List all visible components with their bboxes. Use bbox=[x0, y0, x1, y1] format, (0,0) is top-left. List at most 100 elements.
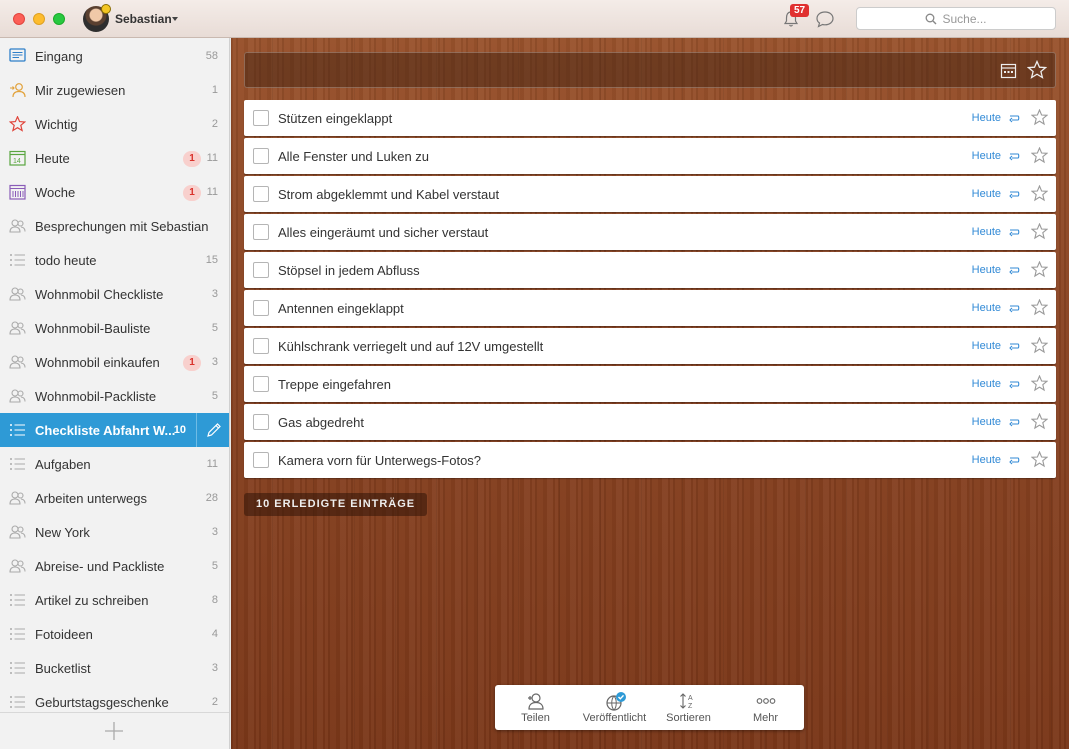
task-title[interactable]: Kamera vorn für Unterwegs-Fotos? bbox=[278, 453, 481, 468]
sidebar-item[interactable]: Wohnmobil Checkliste 3 bbox=[0, 277, 229, 311]
task-checkbox[interactable] bbox=[253, 148, 269, 164]
sidebar-item-label: Bucketlist bbox=[35, 661, 91, 676]
add-task-input[interactable] bbox=[244, 52, 1056, 88]
sidebar-item[interactable]: Checkliste Abfahrt W... 10 bbox=[0, 413, 229, 447]
username[interactable]: Sebastian bbox=[115, 12, 172, 26]
window-close-button[interactable] bbox=[13, 13, 25, 25]
sidebar-item[interactable]: New York 3 bbox=[0, 515, 229, 549]
sidebar-item[interactable]: Wohnmobil-Bauliste 5 bbox=[0, 311, 229, 345]
task-title[interactable]: Antennen eingeklappt bbox=[278, 301, 404, 316]
shared-list-icon bbox=[9, 490, 26, 506]
overdue-badge: 1 bbox=[183, 151, 201, 167]
sidebar-item[interactable]: Artikel zu schreiben 8 bbox=[0, 583, 229, 617]
task-row[interactable]: Strom abgeklemmt und Kabel verstaut Heute bbox=[244, 176, 1056, 212]
sidebar-item-label: todo heute bbox=[35, 253, 97, 268]
completed-tasks-button[interactable]: 10 ERLEDIGTE EINTRÄGE bbox=[244, 493, 428, 516]
task-checkbox[interactable] bbox=[253, 186, 269, 202]
task-checkbox[interactable] bbox=[253, 224, 269, 240]
sidebar-item-count: 10 bbox=[173, 424, 186, 436]
sidebar-item[interactable]: Besprechungen mit Sebastian bbox=[0, 209, 229, 243]
task-checkbox[interactable] bbox=[253, 300, 269, 316]
conversations-icon[interactable] bbox=[815, 10, 835, 28]
task-title[interactable]: Alle Fenster und Luken zu bbox=[278, 149, 429, 164]
sidebar-item-label: Woche bbox=[35, 185, 76, 200]
sidebar-item[interactable]: Wohnmobil-Packliste 5 bbox=[0, 379, 229, 413]
star-icon[interactable] bbox=[1031, 337, 1048, 354]
add-list-icon[interactable] bbox=[104, 721, 124, 741]
list-icon bbox=[9, 660, 26, 676]
sidebar-item-label: Wohnmobil Checkliste bbox=[35, 287, 164, 302]
task-checkbox[interactable] bbox=[253, 110, 269, 126]
sidebar-item[interactable]: todo heute 15 bbox=[0, 243, 229, 277]
repeat-icon bbox=[1009, 305, 1020, 313]
repeat-icon bbox=[1009, 457, 1020, 465]
avatar[interactable] bbox=[83, 4, 111, 32]
star-icon[interactable] bbox=[1031, 147, 1048, 164]
sidebar-item-count: 2 bbox=[211, 696, 218, 708]
sidebar-item[interactable]: 14 Heute 1 11 bbox=[0, 141, 229, 175]
task-row[interactable]: Kühlschrank verriegelt und auf 12V umges… bbox=[244, 328, 1056, 364]
share-button[interactable]: Teilen bbox=[497, 685, 574, 730]
sort-button[interactable]: AZ Sortieren bbox=[650, 685, 727, 730]
task-title[interactable]: Stöpsel in jedem Abfluss bbox=[278, 263, 420, 278]
star-icon[interactable] bbox=[1031, 261, 1048, 278]
task-title[interactable]: Stützen eingeklappt bbox=[278, 111, 392, 126]
task-row[interactable]: Treppe eingefahren Heute bbox=[244, 366, 1056, 402]
more-button[interactable]: Mehr bbox=[727, 685, 804, 730]
window-minimize-button[interactable] bbox=[33, 13, 45, 25]
calendar-icon[interactable] bbox=[1000, 62, 1017, 79]
list-icon bbox=[9, 694, 26, 710]
task-row[interactable]: Gas abgedreht Heute bbox=[244, 404, 1056, 440]
task-row[interactable]: Alle Fenster und Luken zu Heute bbox=[244, 138, 1056, 174]
star-icon[interactable] bbox=[1031, 223, 1048, 240]
task-checkbox[interactable] bbox=[253, 452, 269, 468]
task-row[interactable]: Kamera vorn für Unterwegs-Fotos? Heute bbox=[244, 442, 1056, 478]
sidebar-item[interactable]: Fotoideen 4 bbox=[0, 617, 229, 651]
star-icon[interactable] bbox=[1031, 109, 1048, 126]
task-title[interactable]: Gas abgedreht bbox=[278, 415, 364, 430]
star-icon[interactable] bbox=[1027, 60, 1047, 80]
repeat-icon bbox=[1009, 191, 1020, 199]
sidebar-item[interactable]: Wichtig 2 bbox=[0, 107, 229, 141]
sidebar-item[interactable]: Woche 1 11 bbox=[0, 175, 229, 209]
task-row[interactable]: Alles eingeräumt und sicher verstaut Heut… bbox=[244, 214, 1056, 250]
sidebar-item-label: Wohnmobil-Packliste bbox=[35, 389, 157, 404]
title-bar: Sebastian 57 Suche... bbox=[0, 0, 1069, 38]
sidebar-item[interactable]: Wohnmobil einkaufen 1 3 bbox=[0, 345, 229, 379]
task-checkbox[interactable] bbox=[253, 414, 269, 430]
task-due-date: Heute bbox=[971, 302, 1001, 314]
task-row[interactable]: Stützen eingeklappt Heute bbox=[244, 100, 1056, 136]
published-label: Veröffentlicht bbox=[582, 712, 647, 724]
star-icon[interactable] bbox=[1031, 299, 1048, 316]
chevron-down-icon[interactable] bbox=[172, 17, 178, 21]
star-icon[interactable] bbox=[1031, 451, 1048, 468]
notification-badge: 57 bbox=[790, 4, 810, 17]
sidebar-item[interactable]: Eingang 58 bbox=[0, 39, 229, 73]
sidebar-item-count: 5 bbox=[211, 322, 218, 334]
star-icon[interactable] bbox=[1031, 413, 1048, 430]
sidebar-item[interactable]: Aufgaben 11 bbox=[0, 447, 229, 481]
task-checkbox[interactable] bbox=[253, 262, 269, 278]
sidebar-item[interactable]: Abreise- und Packliste 5 bbox=[0, 549, 229, 583]
task-title[interactable]: Treppe eingefahren bbox=[278, 377, 391, 392]
sidebar-item-count: 4 bbox=[211, 628, 218, 640]
task-checkbox[interactable] bbox=[253, 338, 269, 354]
sidebar-item-count: 1 bbox=[211, 84, 218, 96]
repeat-icon bbox=[1009, 419, 1020, 427]
sidebar-item[interactable]: Arbeiten unterwegs 28 bbox=[0, 481, 229, 515]
window-zoom-button[interactable] bbox=[53, 13, 65, 25]
task-checkbox[interactable] bbox=[253, 376, 269, 392]
task-title[interactable]: Alles eingeräumt und sicher verstaut bbox=[278, 225, 488, 240]
sidebar-item[interactable]: Bucketlist 3 bbox=[0, 651, 229, 685]
task-row[interactable]: Stöpsel in jedem Abfluss Heute bbox=[244, 252, 1056, 288]
published-button[interactable]: Veröffentlicht bbox=[576, 685, 653, 730]
task-title[interactable]: Kühlschrank verriegelt und auf 12V umges… bbox=[278, 339, 543, 354]
sidebar-item[interactable]: Mir zugewiesen 1 bbox=[0, 73, 229, 107]
star-icon[interactable] bbox=[1031, 375, 1048, 392]
task-title[interactable]: Strom abgeklemmt und Kabel verstaut bbox=[278, 187, 499, 202]
search-input[interactable]: Suche... bbox=[856, 7, 1056, 30]
task-row[interactable]: Antennen eingeklappt Heute bbox=[244, 290, 1056, 326]
edit-list-button[interactable] bbox=[196, 413, 229, 447]
more-label: Mehr bbox=[752, 712, 779, 724]
star-icon[interactable] bbox=[1031, 185, 1048, 202]
